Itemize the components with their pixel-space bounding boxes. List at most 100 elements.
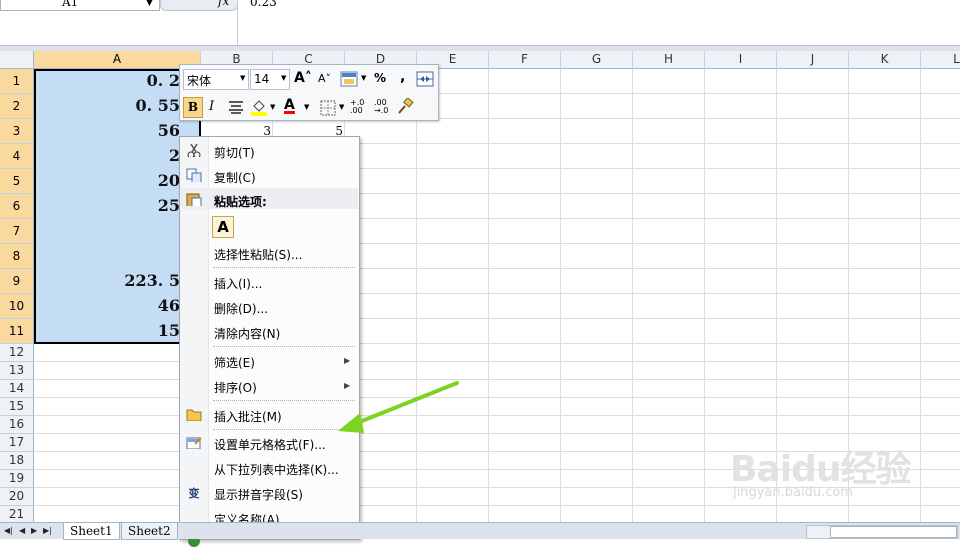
menu-item-insert[interactable]: 插入(I)... [214,275,262,292]
cell-a4[interactable]: 2 [34,146,180,165]
comma-style-button[interactable]: , [400,69,405,85]
row-header-18[interactable]: 18 [0,452,34,470]
row-header-17[interactable]: 17 [0,434,34,452]
row-gridline [34,415,960,416]
row-header-6[interactable]: 6 [0,194,34,219]
fx-icon[interactable]: fx [218,0,229,8]
font-size-value: 14 [254,72,270,86]
cell-a9[interactable]: 223. 5 [34,271,180,290]
annotation-arrow [338,381,459,433]
cell-a11[interactable]: 15 [34,321,180,340]
row-header-12[interactable]: 12 [0,344,34,362]
column-header-i[interactable]: I [705,51,777,69]
decrease-decimal-button[interactable]: .00 →.0 [374,99,394,115]
sheet-tab-sheet2[interactable]: Sheet2 [121,523,178,540]
menu-item-pick-from-list[interactable]: 从下拉列表中选择(K)... [214,461,339,478]
row-header-20[interactable]: 20 [0,488,34,506]
row-header-3[interactable]: 3 [0,119,34,144]
row-header-11[interactable]: 11 [0,319,34,344]
column-header-j[interactable]: J [777,51,849,69]
row-gridline [34,433,960,434]
menu-item-filter[interactable]: 筛选(E) [214,354,255,371]
paste-values-button[interactable]: A [212,216,234,238]
cell-a1[interactable]: 0. 2 [34,71,180,90]
cell-styles-icon[interactable] [340,71,358,87]
row-header-4[interactable]: 4 [0,144,34,169]
row-header-15[interactable]: 15 [0,398,34,416]
menu-item-clear-contents[interactable]: 清除内容(N) [214,325,280,342]
last-sheet-icon[interactable]: ▶| [43,526,52,535]
row-header-9[interactable]: 9 [0,269,34,294]
menu-item-cut[interactable]: 剪切(T) [214,144,255,161]
row-header-5[interactable]: 5 [0,169,34,194]
increase-decimal-button[interactable]: +.0 .00 [350,99,370,115]
format-painter-icon[interactable] [396,98,414,116]
menu-item-sort[interactable]: 排序(O) [214,379,257,396]
menu-item-format-cells[interactable]: 设置单元格格式(F)... [214,436,326,453]
pinyin-icon: 变 [188,487,200,500]
row-header-14[interactable]: 14 [0,380,34,398]
cell-a10[interactable]: 46 [34,296,180,315]
fill-color-icon[interactable] [250,98,268,116]
chevron-down-icon[interactable]: ▼ [361,74,366,82]
formula-input[interactable]: 0.23 [250,0,277,9]
next-sheet-icon[interactable]: ▶ [31,526,37,535]
row-header-10[interactable]: 10 [0,294,34,319]
menu-item-delete[interactable]: 删除(D)... [214,300,268,317]
grow-font-icon[interactable]: A˄ [294,70,312,86]
scrollbar-thumb[interactable] [830,526,957,538]
row-header-8[interactable]: 8 [0,244,34,269]
italic-button[interactable]: I [209,99,214,114]
chevron-down-icon[interactable]: ▼ [304,103,309,111]
chevron-down-icon[interactable]: ▼ [240,74,245,82]
menu-item-show-pinyin[interactable]: 显示拼音字段(S) [214,486,303,503]
font-color-icon[interactable]: A [284,97,295,113]
column-header-f[interactable]: F [489,51,561,69]
align-center-icon[interactable] [228,100,244,114]
column-header-g[interactable]: G [561,51,633,69]
row-header-13[interactable]: 13 [0,362,34,380]
column-gridline [416,69,417,523]
chevron-down-icon[interactable]: ▼ [281,74,286,82]
context-menu: 剪切(T) 复制(C) 粘贴选项: A 选择性粘贴(S)... 插入(I)...… [179,136,360,547]
row-header-1[interactable]: 1 [0,69,34,94]
comment-icon [186,409,202,421]
menu-item-copy[interactable]: 复制(C) [214,169,256,186]
borders-icon[interactable] [320,100,336,116]
name-box-value: A1 [62,0,79,9]
name-box[interactable] [0,0,160,11]
sheet-tab-bar: ◀| ◀ ▶ ▶| Sheet1 Sheet2 [0,522,960,540]
chevron-down-icon[interactable]: ▼ [270,103,275,111]
sheet-tab-sheet1[interactable]: Sheet1 [63,523,120,540]
cell-a5[interactable]: 20 [34,171,180,190]
row-header-19[interactable]: 19 [0,470,34,488]
font-size-select[interactable]: 14 ▼ [250,69,290,90]
merge-cells-icon[interactable] [416,71,434,87]
column-header-k[interactable]: K [849,51,921,69]
percent-style-button[interactable]: % [374,71,386,85]
cell-a3[interactable]: 56 [34,121,180,140]
cell-a2[interactable]: 0. 55 [34,96,180,115]
chevron-down-icon[interactable]: ▼ [339,103,344,111]
scissors-icon [187,143,201,157]
menu-separator [213,346,355,347]
row-header-16[interactable]: 16 [0,416,34,434]
font-name-select[interactable]: 宋体 ▼ [183,69,249,90]
row-header-2[interactable]: 2 [0,94,34,119]
select-all-corner[interactable] [0,51,34,69]
mini-toolbar: 宋体 ▼ 14 ▼ A˄ A˅ ▼ % , B I ▼ A ▼ ▼ +.0 .0… [179,64,439,121]
copy-icon [186,168,202,182]
row-header-7[interactable]: 7 [0,219,34,244]
chevron-down-icon[interactable]: ▼ [146,0,153,8]
column-header-h[interactable]: H [633,51,705,69]
cell-a6[interactable]: 25 [34,196,180,215]
bold-button[interactable]: B [183,97,203,118]
shrink-font-icon[interactable]: A˅ [318,72,331,85]
column-header-l[interactable]: L [921,51,960,69]
menu-item-paste-special[interactable]: 选择性粘贴(S)... [214,246,302,263]
prev-sheet-icon[interactable]: ◀ [19,526,25,535]
first-sheet-icon[interactable]: ◀| [4,526,13,535]
menu-item-insert-comment[interactable]: 插入批注(M) [214,408,282,425]
paste-options-label: 粘贴选项: [214,195,267,209]
column-header-a[interactable]: A [34,51,201,69]
